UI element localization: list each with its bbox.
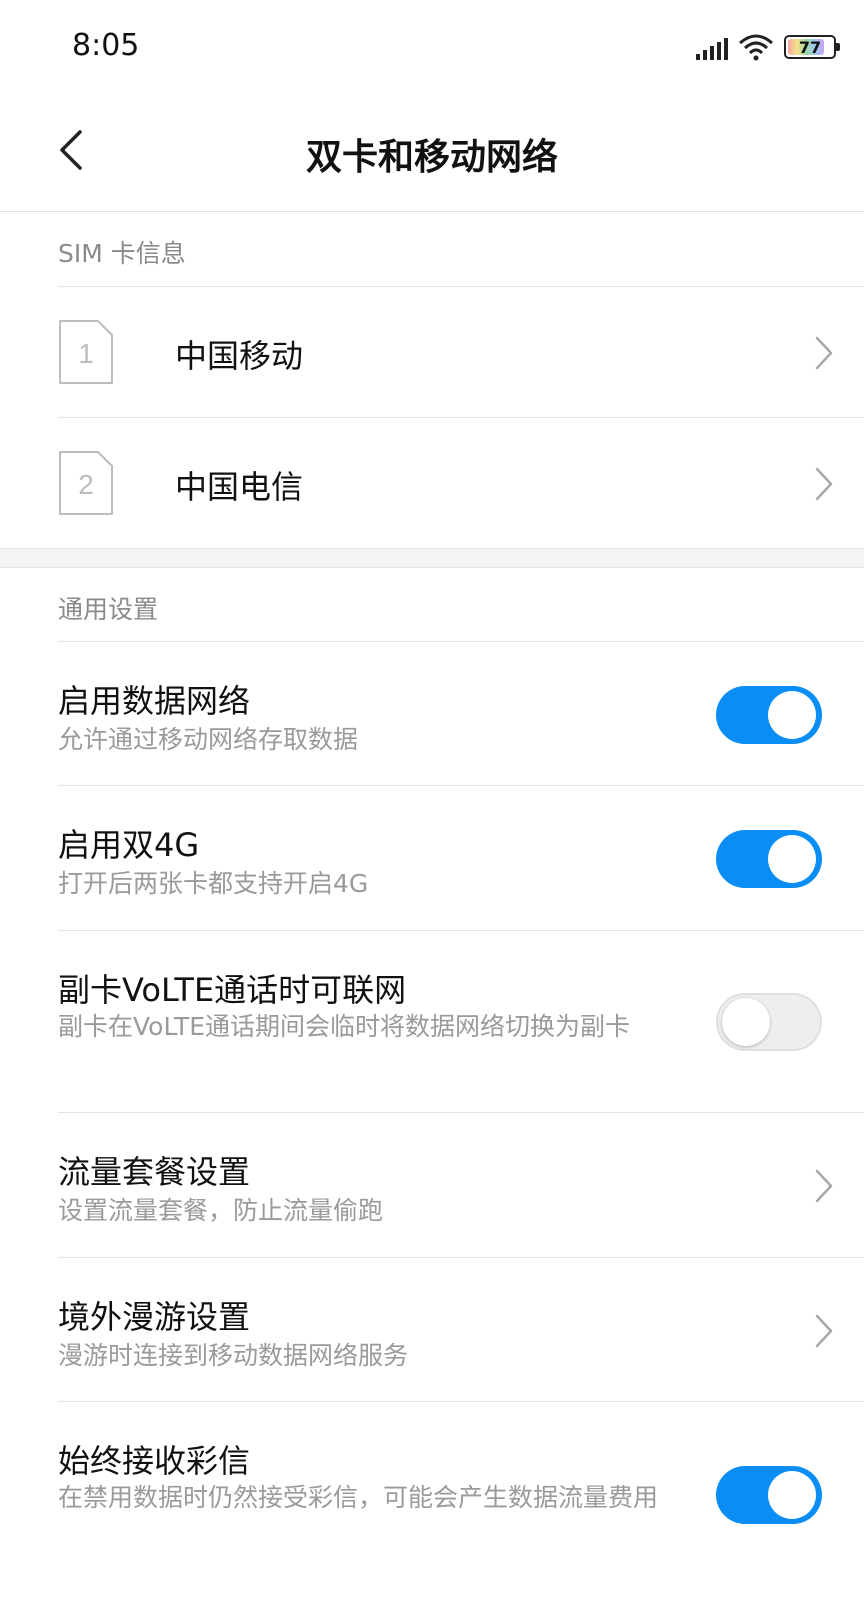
- setting-description: 允许通过移动网络存取数据: [58, 725, 359, 754]
- sim-card-icon: 1: [59, 320, 113, 384]
- signal-icon: [696, 34, 728, 60]
- setting-description: 在禁用数据时仍然接受彩信，可能会产生数据流量费用: [58, 1483, 659, 1512]
- setting-title: 启用数据网络: [58, 682, 251, 720]
- status-icons: 77: [696, 30, 840, 64]
- toggle-knob: [722, 998, 770, 1046]
- setting-roaming[interactable]: 境外漫游设置 漫游时连接到移动数据网络服务: [0, 1258, 864, 1401]
- wifi-icon: [739, 34, 773, 61]
- status-bar: 8:05 77: [0, 0, 864, 90]
- section-label-sim: SIM 卡信息: [58, 239, 186, 268]
- toggle-knob: [768, 1471, 816, 1519]
- setting-title: 启用双4G: [58, 826, 200, 864]
- sim-slot-number: 1: [78, 338, 94, 369]
- sim-slot-number: 2: [78, 469, 94, 500]
- setting-description: 漫游时连接到移动数据网络服务: [58, 1341, 409, 1370]
- setting-always-receive-mms[interactable]: 始终接收彩信 在禁用数据时仍然接受彩信，可能会产生数据流量费用: [0, 1402, 864, 1600]
- status-time: 8:05: [72, 28, 140, 63]
- always-receive-mms-toggle[interactable]: [716, 1466, 822, 1524]
- sim-card-row-2[interactable]: 2 中国电信: [0, 418, 864, 548]
- section-label-general: 通用设置: [58, 595, 159, 624]
- setting-title: 副卡VoLTE通话时可联网: [58, 971, 407, 1009]
- enable-dual-4g-toggle[interactable]: [716, 830, 822, 888]
- setting-secondary-volte-data[interactable]: 副卡VoLTE通话时可联网 副卡在VoLTE通话期间会临时将数据网络切换为副卡: [0, 931, 864, 1112]
- secondary-volte-data-toggle[interactable]: [716, 993, 822, 1051]
- chevron-right-icon: [815, 467, 833, 501]
- setting-description: 打开后两张卡都支持开启4G: [58, 869, 369, 898]
- battery-level: 77: [798, 37, 822, 57]
- sim-card-icon: 2: [59, 451, 113, 515]
- setting-enable-dual-4g[interactable]: 启用双4G 打开后两张卡都支持开启4G: [0, 786, 864, 930]
- setting-description: 设置流量套餐，防止流量偷跑: [58, 1196, 384, 1225]
- setting-data-plan[interactable]: 流量套餐设置 设置流量套餐，防止流量偷跑: [0, 1113, 864, 1257]
- battery-icon: 77: [784, 35, 840, 59]
- section-separator: [0, 548, 864, 568]
- setting-enable-data-network[interactable]: 启用数据网络 允许通过移动网络存取数据: [0, 642, 864, 785]
- setting-title: 始终接收彩信: [58, 1442, 251, 1480]
- header: 双卡和移动网络: [0, 90, 864, 212]
- page-title: 双卡和移动网络: [305, 137, 558, 178]
- setting-title: 境外漫游设置: [58, 1298, 251, 1336]
- sim-carrier-name: 中国移动: [175, 337, 304, 375]
- toggle-knob: [768, 835, 816, 883]
- enable-data-network-toggle[interactable]: [716, 686, 822, 744]
- chevron-right-icon: [815, 1314, 833, 1348]
- sim-carrier-name: 中国电信: [175, 468, 304, 506]
- chevron-right-icon: [815, 1169, 833, 1203]
- sim-card-row-1[interactable]: 1 中国移动: [0, 287, 864, 417]
- toggle-knob: [768, 691, 816, 739]
- chevron-right-icon: [815, 336, 833, 370]
- setting-description: 副卡在VoLTE通话期间会临时将数据网络切换为副卡: [58, 1012, 631, 1041]
- setting-title: 流量套餐设置: [58, 1153, 251, 1191]
